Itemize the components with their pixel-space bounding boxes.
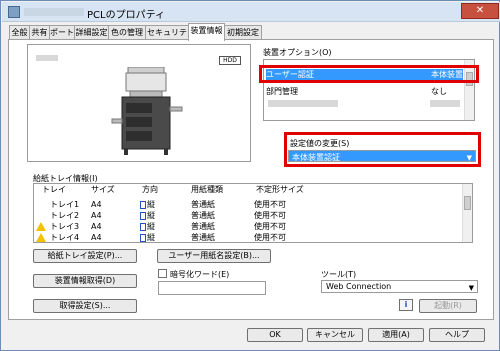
table-row[interactable]: トレイ2 A4 縦 普通紙 使用不可 (36, 210, 456, 221)
cell-tray: トレイ4 (50, 233, 80, 242)
col-header-tray: トレイ (42, 185, 66, 194)
col-header-paper-type: 用紙種類 (191, 185, 223, 194)
cell-size: A4 (91, 211, 102, 220)
cell-custom-size: 使用不可 (254, 222, 286, 231)
tab-color-management[interactable]: 色の管理 (108, 25, 146, 40)
close-button[interactable]: ✕ (461, 3, 499, 19)
option-name-redacted (268, 100, 338, 107)
portrait-icon (140, 222, 146, 231)
cell-size: A4 (91, 222, 102, 231)
cancel-button[interactable]: キャンセル (307, 328, 363, 342)
encryption-checkbox[interactable] (158, 269, 167, 278)
start-button[interactable]: 起動(R) (419, 299, 477, 313)
tab-security[interactable]: セキュリティ (145, 25, 189, 50)
cell-paper-type: 普通紙 (191, 200, 215, 209)
printer-icon (8, 6, 20, 18)
highlight-box-options (259, 65, 479, 83)
apply-button[interactable]: 適用(A) (368, 328, 424, 342)
tab-initial-settings[interactable]: 初期設定 (224, 25, 262, 40)
device-info-button[interactable]: 装置情報取得(D) (33, 274, 137, 288)
col-header-custom-size: 不定形サイズ (256, 185, 304, 194)
cell-custom-size: 使用不可 (254, 233, 286, 242)
col-header-orientation: 方向 (142, 185, 158, 194)
tab-advanced[interactable]: 詳細設定 (74, 25, 109, 40)
user-paper-name-button[interactable]: ユーザー用紙名設定(B)... (157, 249, 271, 263)
warning-icon (36, 233, 46, 242)
tray-settings-button[interactable]: 給紙トレイ設定(P)... (33, 249, 137, 263)
cell-paper-type: 普通紙 (191, 233, 215, 242)
device-preview: HDD (27, 44, 251, 162)
cell-orientation: 縦 (147, 222, 155, 231)
highlight-box-change (284, 132, 481, 167)
cell-paper-type: 普通紙 (191, 222, 215, 231)
cell-size: A4 (91, 233, 102, 242)
cell-tray: トレイ3 (50, 222, 80, 231)
option-name: 部門管理 (266, 87, 298, 96)
table-row[interactable]: トレイ4 A4 縦 普通紙 使用不可 (36, 232, 456, 242)
hdd-badge: HDD (219, 56, 241, 65)
tool-select[interactable]: Web Connection ▼ (321, 280, 478, 293)
cell-custom-size: 使用不可 (254, 200, 286, 209)
warning-icon (36, 222, 46, 231)
title-prefix-redacted (24, 8, 84, 16)
cell-orientation: 縦 (147, 200, 155, 209)
cell-tray: トレイ2 (50, 211, 80, 220)
cell-orientation: 縦 (147, 211, 155, 220)
acquire-settings-button[interactable]: 取得設定(S)... (33, 299, 137, 313)
option-value: なし (431, 87, 447, 96)
tab-sharing[interactable]: 共有 (29, 25, 50, 40)
portrait-icon (140, 200, 146, 209)
info-icon[interactable]: i (399, 299, 413, 311)
title-bar[interactable]: PCLのプロパティ ✕ (2, 2, 500, 22)
tab-device-info[interactable]: 装置情報 (188, 23, 225, 41)
cell-orientation: 縦 (147, 233, 155, 242)
tray-scrollbar[interactable] (462, 184, 472, 242)
cell-custom-size: 使用不可 (254, 211, 286, 220)
tool-select-value: Web Connection (326, 282, 392, 291)
properties-window: PCLのプロパティ ✕ 全般 共有 ポート 詳細設定 色の管理 セキュリティ 装… (0, 0, 500, 351)
col-header-size: サイズ (91, 185, 115, 194)
ok-button[interactable]: OK (247, 328, 303, 342)
table-row[interactable]: トレイ3 A4 縦 普通紙 使用不可 (36, 221, 456, 232)
table-row[interactable]: トレイ1 A4 縦 普通紙 使用不可 (36, 199, 456, 210)
portrait-icon (140, 233, 146, 242)
help-button[interactable]: ヘルプ (429, 328, 485, 342)
option-value-redacted (430, 100, 460, 107)
cell-size: A4 (91, 200, 102, 209)
encryption-label: 暗号化ワード(E) (170, 270, 230, 279)
tab-general[interactable]: 全般 (9, 25, 30, 40)
cell-tray: トレイ1 (50, 200, 80, 209)
scrollbar-thumb[interactable] (464, 196, 471, 210)
printer-image (111, 67, 183, 155)
model-name-redacted (36, 55, 58, 61)
tab-ports[interactable]: ポート (49, 25, 75, 40)
encryption-input[interactable] (158, 281, 266, 295)
portrait-icon (140, 211, 146, 220)
window-title: PCLのプロパティ (87, 10, 165, 21)
tool-label: ツール(T) (321, 270, 357, 279)
device-options-label: 装置オプション(O) (263, 48, 332, 57)
chevron-down-icon: ▼ (468, 284, 474, 292)
cell-paper-type: 普通紙 (191, 211, 215, 220)
option-row[interactable]: 部門管理 なし (266, 86, 463, 97)
tray-info-list[interactable]: トレイ サイズ 方向 用紙種類 不定形サイズ トレイ1 A4 縦 普通紙 使用不… (33, 183, 473, 243)
